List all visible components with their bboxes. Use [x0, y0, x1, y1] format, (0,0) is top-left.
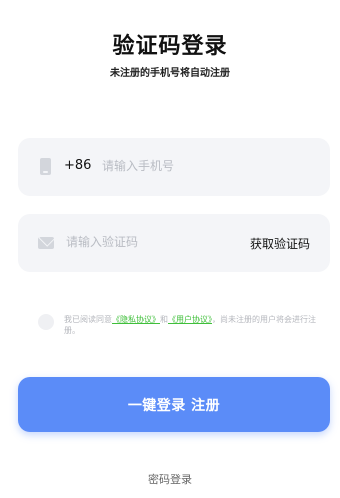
page-subtitle: 未注册的手机号将自动注册 — [110, 68, 230, 79]
phone-icon — [40, 158, 51, 175]
user-agreement-link[interactable]: 《用户协议》 — [168, 315, 212, 324]
phone-input[interactable] — [102, 153, 302, 179]
get-code-button[interactable]: 获取验证码 — [250, 235, 310, 252]
country-code[interactable]: +86 — [64, 158, 91, 173]
agreement-prefix: 我已阅读同意 — [64, 315, 112, 324]
phone-field[interactable]: +86 — [18, 138, 330, 196]
password-login-link[interactable]: 密码登录 — [148, 473, 192, 486]
password-login-link-row: 密码登录 — [0, 471, 340, 487]
agreement-and: 和 — [160, 315, 168, 324]
agreement-text: 我已阅读同意《隐私协议》和《用户协议》，尚未注册的用户将会进行注册。 — [64, 314, 318, 336]
mail-icon — [38, 237, 54, 249]
login-register-button[interactable]: 一键登录 注册 — [18, 377, 330, 432]
code-field[interactable]: 获取验证码 — [18, 214, 330, 272]
agreement-checkbox[interactable] — [38, 314, 54, 330]
privacy-link[interactable]: 《隐私协议》 — [112, 315, 160, 324]
code-input[interactable] — [66, 229, 216, 255]
page-title: 验证码登录 — [112, 34, 228, 59]
